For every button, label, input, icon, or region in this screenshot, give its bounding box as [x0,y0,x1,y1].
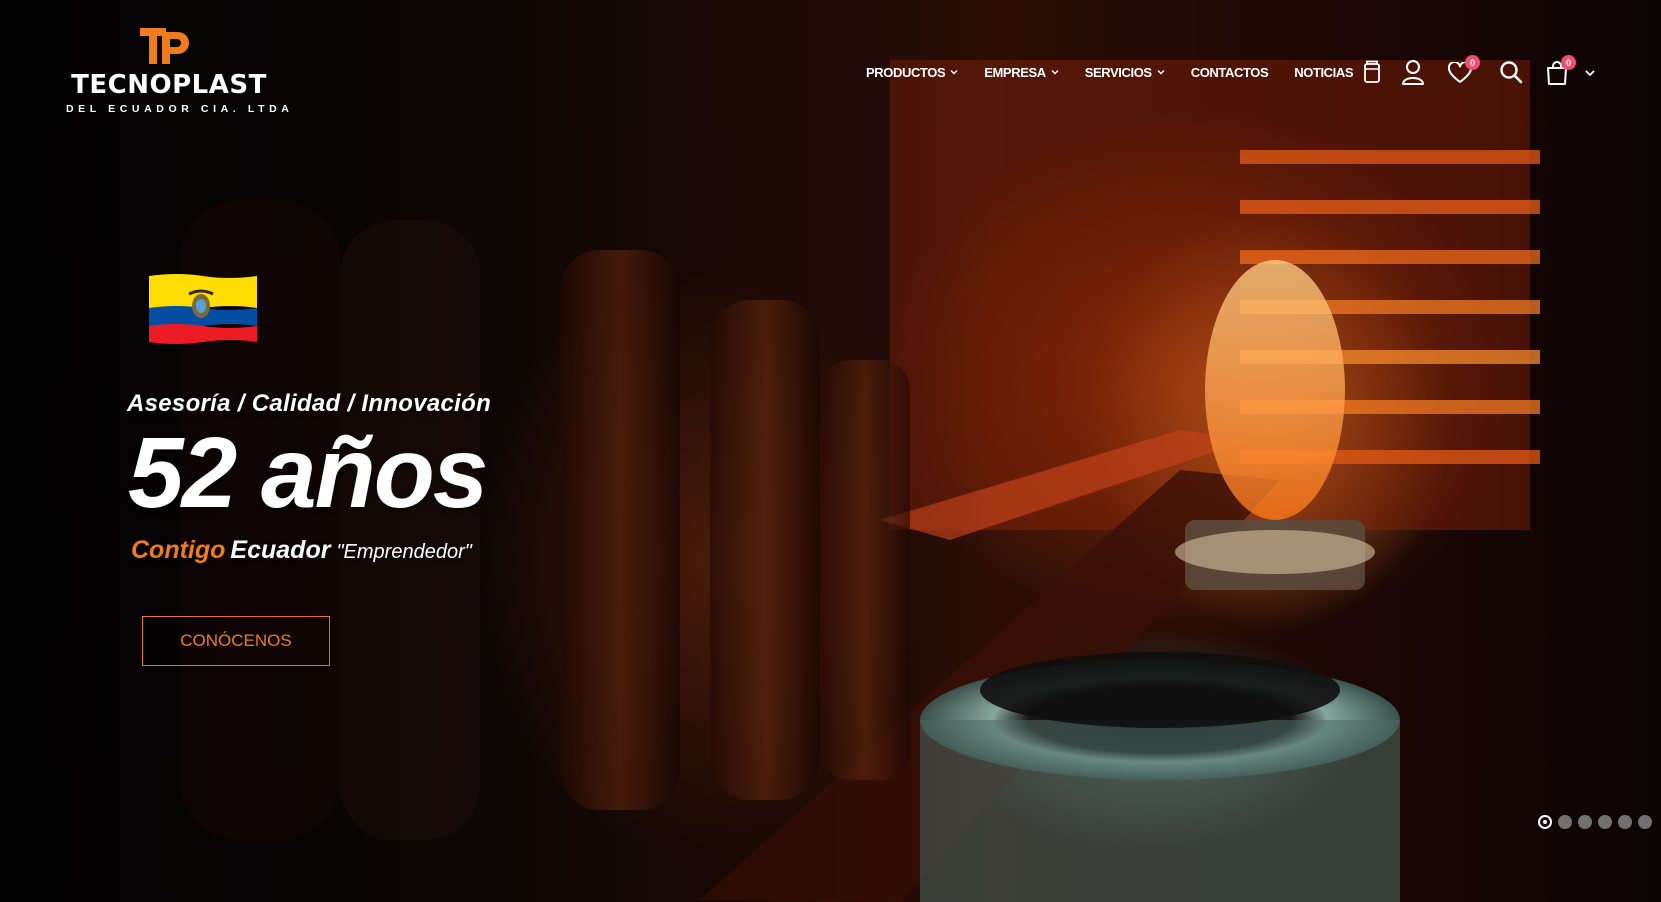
nav-item-label: EMPRESA [984,64,1046,80]
slider-dot-2[interactable] [1558,815,1572,829]
compare-icon [1364,60,1380,83]
nav-item-servicios[interactable]: SERVICIOS [1085,65,1165,80]
hero-subline: Contigo Ecuador "Emprendedor" [131,536,472,565]
chevron-down-icon [1051,70,1059,75]
hero-subline-quote: "Emprendedor" [336,541,472,563]
nav-item-label: PRODUCTOS [866,64,946,80]
nav-item-label: CONTACTOS [1190,64,1269,80]
user-icon [1402,60,1424,85]
site-logo[interactable]: TECNOPLAST DEL ECUADOR CIA. LTDA [64,26,294,118]
account-button[interactable] [1401,59,1425,85]
chevron-down-icon [1585,70,1595,77]
ecuador-flag-icon [149,274,257,344]
slider-dot-5[interactable] [1618,815,1632,829]
slider-dot-1[interactable] [1538,815,1552,829]
nav-item-contactos[interactable]: CONTACTOS [1191,65,1269,80]
compare-button[interactable] [1362,60,1382,84]
main-navigation: PRODUCTOS EMPRESA SERVICIOS CONTACTOS NO… [866,62,1379,82]
hero-subline-bold: Ecuador [230,536,331,564]
logo-tp-mark [140,28,189,64]
slider-pagination [1538,813,1658,831]
wishlist-count-badge: 0 [1465,55,1480,70]
wishlist-button[interactable]: 0 [1448,55,1480,84]
search-icon [1500,61,1523,84]
chevron-down-icon [950,70,958,75]
slider-dot-4[interactable] [1598,815,1612,829]
nav-item-empresa[interactable]: EMPRESA [984,65,1059,80]
conocenos-button[interactable]: CONÓCENOS [142,616,330,666]
nav-item-productos[interactable]: PRODUCTOS [866,65,958,80]
cart-button[interactable]: 0 [1545,55,1595,86]
hero-tagline: Asesoría / Calidad / Innovación [127,390,492,417]
slider-dot-6[interactable] [1638,815,1652,829]
nav-item-noticias[interactable]: NOTICIAS [1294,65,1353,80]
hero-headline: 52 años [128,417,488,529]
search-button[interactable] [1499,60,1523,84]
nav-item-label: NOTICIAS [1294,64,1354,80]
logo-brand-subtitle: DEL ECUADOR CIA. LTDA [66,103,294,115]
cart-count-badge: 0 [1561,55,1576,70]
hero-subline-accent: Contigo [131,536,226,564]
slider-dot-3[interactable] [1578,815,1592,829]
nav-item-label: SERVICIOS [1084,64,1152,80]
logo-brand-name: TECNOPLAST [71,70,267,100]
chevron-down-icon [1157,70,1165,75]
